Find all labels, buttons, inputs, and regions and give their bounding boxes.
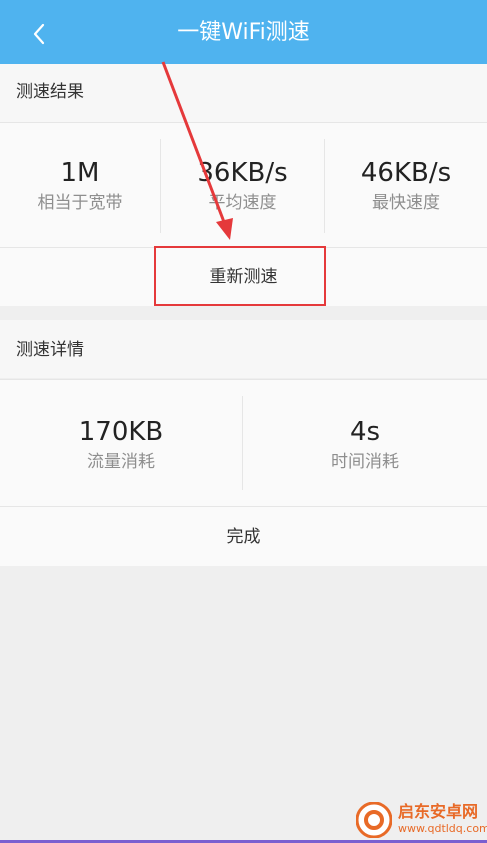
stat-data-usage: 170KB 流量消耗 xyxy=(0,416,242,474)
done-button[interactable]: 完成 xyxy=(0,525,487,549)
annotation-highlight-box xyxy=(154,246,326,306)
watermark: 启东安卓网 www.qdtldq.com xyxy=(352,796,487,843)
stat-average-speed: 36KB/s 平均速度 xyxy=(161,157,324,215)
result-section-label: 测速结果 xyxy=(16,82,84,102)
stat-value: 1M xyxy=(60,158,100,188)
stat-label: 最快速度 xyxy=(372,193,440,213)
watermark-name: 启东安卓网 xyxy=(398,802,479,821)
watermark-url: www.qdtldq.com xyxy=(398,822,487,835)
stat-value: 4s xyxy=(349,417,381,447)
page-title: 一键WiFi测速 xyxy=(177,20,310,45)
done-row: 完成 xyxy=(0,507,487,566)
stat-value: 46KB/s xyxy=(360,158,452,188)
stat-label: 时间消耗 xyxy=(331,452,399,472)
stat-label: 平均速度 xyxy=(208,193,277,213)
stat-bandwidth: 1M 相当于宽带 xyxy=(0,157,160,215)
stat-value: 170KB xyxy=(78,417,164,447)
stat-max-speed: 46KB/s 最快速度 xyxy=(325,157,487,215)
watermark-logo-icon xyxy=(356,802,392,838)
stat-label: 相当于宽带 xyxy=(37,193,123,213)
stat-label: 流量消耗 xyxy=(87,452,155,472)
detail-section-label: 测速详情 xyxy=(16,340,84,360)
detail-stats-card: 170KB 流量消耗 4s 时间消耗 xyxy=(0,380,487,506)
result-stats-card: 1M 相当于宽带 36KB/s 平均速度 46KB/s 最快速度 xyxy=(0,123,487,247)
result-section-header: 测速结果 xyxy=(0,64,487,122)
stat-time-used: 4s 时间消耗 xyxy=(243,416,487,474)
app-header: 一键WiFi测速 xyxy=(0,0,487,64)
stat-value: 36KB/s xyxy=(197,158,288,188)
detail-section-header: 测速详情 xyxy=(0,320,487,378)
